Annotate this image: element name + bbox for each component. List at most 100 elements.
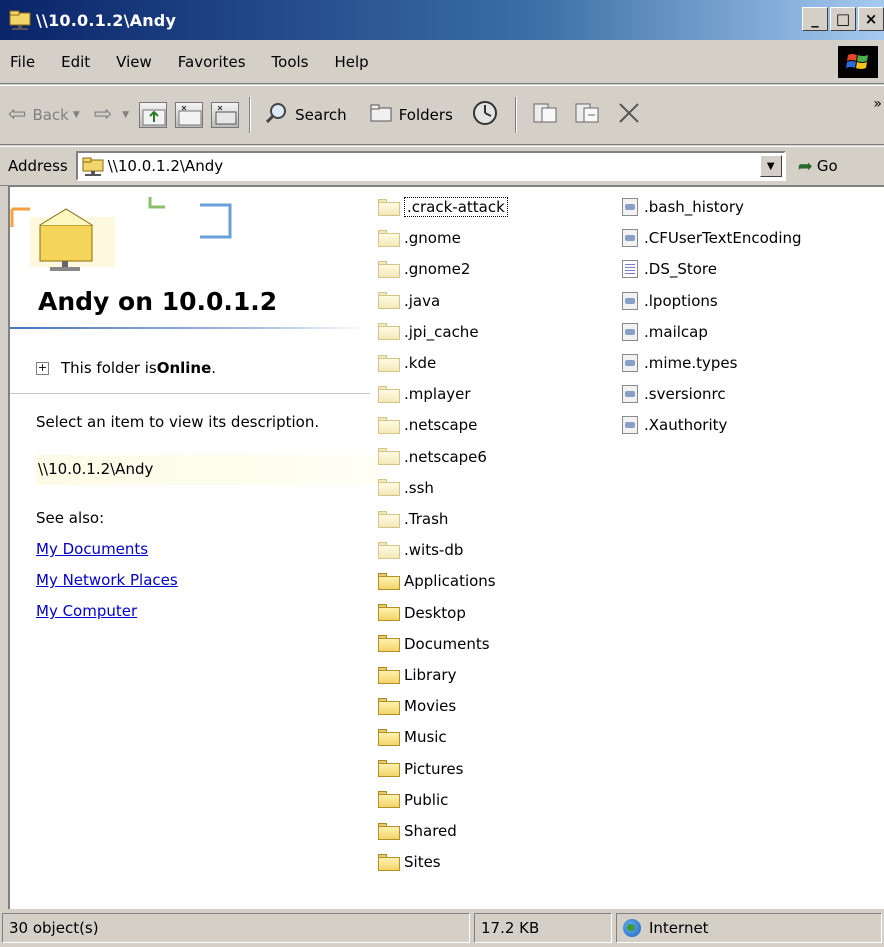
new-folder-button[interactable] [175, 102, 204, 128]
toolbar-overflow-icon[interactable]: » [873, 96, 882, 112]
menu-view[interactable]: View [103, 53, 165, 71]
folder-item[interactable]: .ssh [378, 474, 434, 502]
folder-view[interactable]: Andy on 10.0.1.2 + This folder is Online… [8, 186, 884, 909]
item-name: .bash_history [644, 198, 744, 216]
folder-item[interactable]: .mplayer [378, 380, 471, 408]
file-item[interactable]: .sversionrc [622, 380, 726, 408]
folder-header-art [10, 187, 240, 277]
menu-tools[interactable]: Tools [259, 53, 322, 71]
up-folder-button[interactable] [139, 102, 168, 128]
file-icon [622, 322, 638, 341]
folder-icon [378, 354, 400, 372]
item-name: .lpoptions [644, 291, 718, 310]
chevron-down-icon[interactable]: ▼ [122, 110, 129, 120]
folder-icon [378, 760, 400, 778]
item-name: Documents [404, 634, 490, 653]
move-to-button[interactable] [531, 100, 565, 131]
folders-button[interactable]: Folders [369, 102, 453, 129]
folder-item[interactable]: Pictures [378, 755, 463, 783]
file-icon [622, 260, 638, 279]
folder-item[interactable]: .netscape [378, 411, 477, 439]
folder-item[interactable]: Music [378, 723, 447, 751]
minimize-button[interactable]: _ [802, 7, 828, 31]
item-name: .ssh [404, 478, 434, 497]
folder-icon [378, 479, 400, 497]
folder-item[interactable]: .gnome2 [378, 255, 470, 283]
windows-logo-icon [838, 46, 878, 78]
folder-item[interactable]: Applications [378, 567, 496, 595]
folder-item[interactable]: Documents [378, 630, 490, 658]
folder-icon [378, 822, 400, 840]
folder-icon [378, 728, 400, 746]
menu-file[interactable]: File [0, 53, 48, 71]
file-item[interactable]: .CFUserTextEncoding [622, 224, 802, 252]
folder-item[interactable]: Library [378, 661, 456, 689]
folder-item[interactable]: .netscape6 [378, 443, 487, 471]
new-folder-icon [178, 105, 202, 126]
page-title: Andy on 10.0.1.2 [38, 287, 278, 316]
close-button[interactable]: × [858, 7, 884, 31]
folder-item[interactable]: .jpi_cache [378, 318, 479, 346]
folder-item[interactable]: .gnome [378, 224, 461, 252]
menu-help[interactable]: Help [322, 53, 382, 71]
link-my-computer[interactable]: My Computer [36, 602, 137, 620]
folder-icon [378, 697, 400, 715]
toolbar-separator [514, 97, 517, 133]
link-my-network-places[interactable]: My Network Places [36, 571, 178, 589]
address-field[interactable]: \\10.0.1.2\Andy ▼ [75, 151, 786, 181]
network-folder-icon [82, 156, 104, 176]
copy-to-button[interactable] [573, 100, 607, 131]
folder-item[interactable]: Movies [378, 692, 456, 720]
item-name: Sites [404, 853, 441, 872]
history-icon [471, 100, 499, 131]
folder-item[interactable]: Public [378, 786, 448, 814]
expand-icon[interactable]: + [36, 361, 49, 375]
item-name: .java [404, 291, 441, 310]
chevron-down-icon[interactable]: ▼ [759, 155, 782, 177]
go-label: Go [816, 157, 838, 175]
go-button[interactable]: ➦ Go [798, 156, 838, 177]
folder-item[interactable]: .crack-attack [378, 193, 508, 221]
folder-item[interactable]: Sites [378, 848, 441, 876]
see-also-heading: See also: [36, 509, 105, 527]
zone-label: Internet [649, 919, 709, 937]
file-item[interactable]: .bash_history [622, 193, 744, 221]
item-name: .sversionrc [644, 385, 726, 404]
window-title: \\10.0.1.2\Andy [36, 10, 177, 30]
folder-icon [378, 416, 400, 434]
menu-edit[interactable]: Edit [48, 53, 103, 71]
folder-item[interactable]: .wits-db [378, 536, 463, 564]
maximize-button[interactable]: □ [830, 7, 856, 31]
folder-icon [378, 292, 400, 310]
forward-button[interactable]: ⇨ ▼ [94, 104, 129, 126]
map-drive-button[interactable] [211, 102, 240, 128]
folder-item[interactable]: Desktop [378, 599, 466, 627]
back-button[interactable]: ⇦ Back ▼ [8, 104, 80, 126]
link-my-documents[interactable]: My Documents [36, 540, 148, 558]
folder-icon [378, 510, 400, 528]
file-item[interactable]: .mailcap [622, 318, 708, 346]
history-button[interactable] [471, 100, 505, 131]
item-name: .gnome2 [404, 260, 471, 279]
folder-status: + This folder is Online . [36, 359, 216, 377]
title-bar[interactable]: \\10.0.1.2\Andy _ □ × [0, 0, 884, 40]
folder-item[interactable]: .java [378, 287, 440, 315]
file-item[interactable]: .mime.types [622, 349, 737, 377]
file-icon [622, 291, 638, 310]
item-name: Library [404, 666, 457, 684]
menu-favorites[interactable]: Favorites [165, 53, 259, 71]
folder-item[interactable]: .kde [378, 349, 436, 377]
folder-icon [378, 635, 400, 653]
folder-item[interactable]: .Trash [378, 505, 448, 533]
folder-item[interactable]: Shared [378, 817, 457, 845]
item-name: Music [404, 728, 447, 747]
chevron-down-icon[interactable]: ▼ [73, 110, 80, 120]
item-name: .mplayer [404, 385, 471, 404]
file-item[interactable]: .DS_Store [622, 255, 717, 283]
file-item[interactable]: .Xauthority [622, 411, 727, 439]
folders-icon [369, 102, 393, 129]
search-button[interactable]: Search [265, 101, 347, 130]
delete-button[interactable] [615, 100, 649, 131]
file-item[interactable]: .lpoptions [622, 287, 718, 315]
item-name: Public [404, 790, 449, 809]
